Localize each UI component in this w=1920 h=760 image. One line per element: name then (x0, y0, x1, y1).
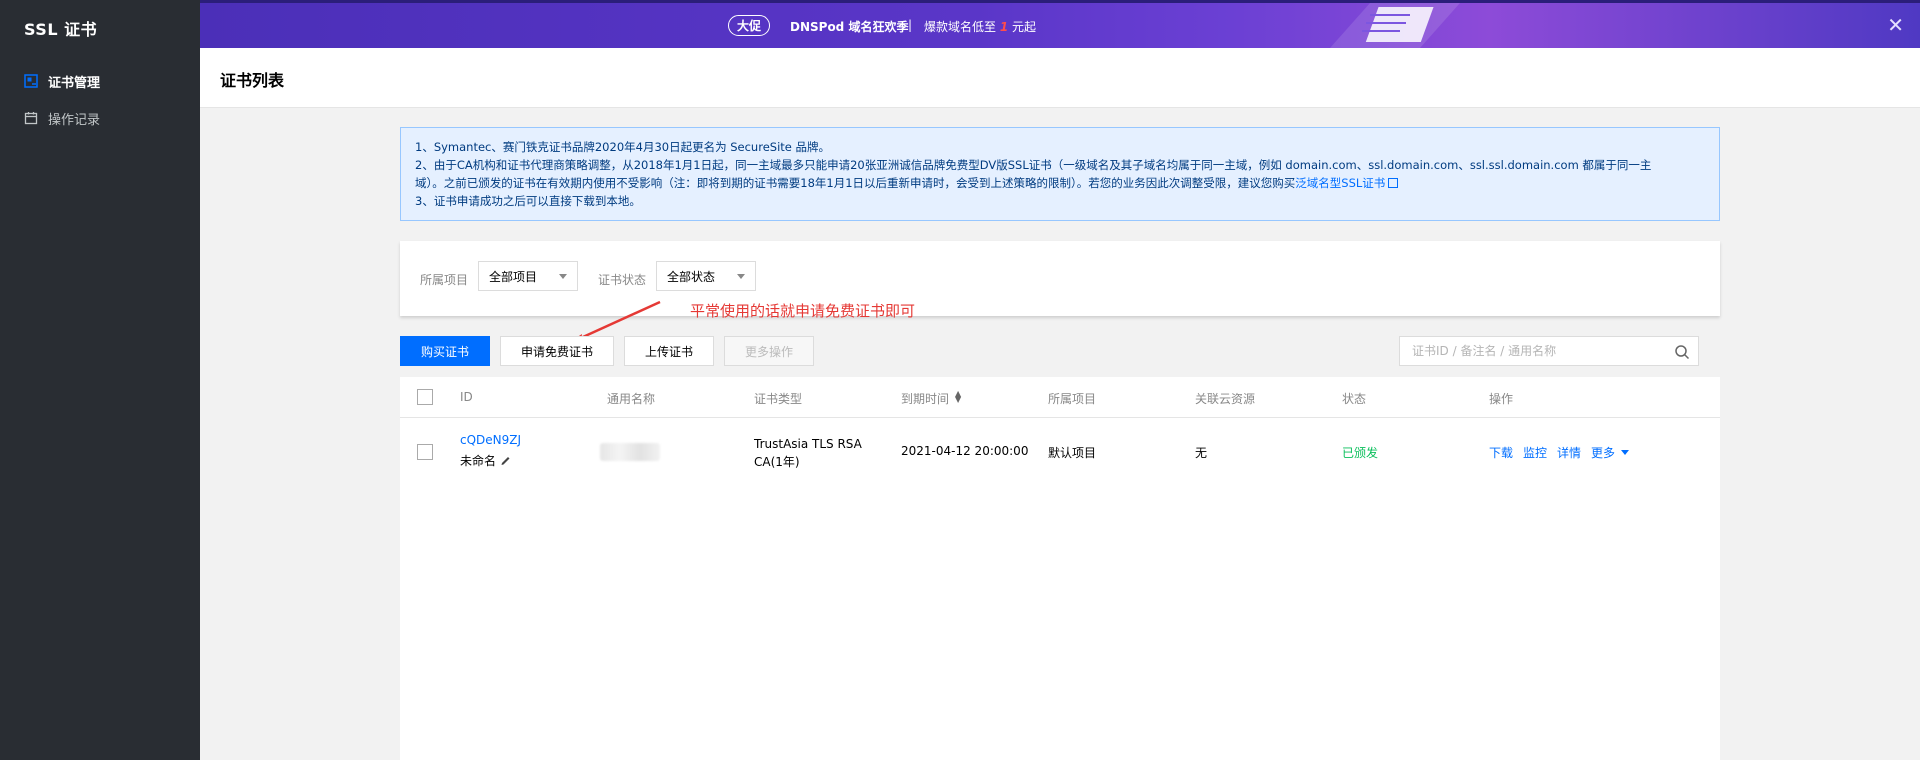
sidebar-item-operation-log[interactable]: 操作记录 (24, 103, 100, 133)
project-select[interactable]: 全部项目 (478, 261, 578, 291)
header-expiry[interactable]: 到期时间 ▲ ▼ (901, 390, 961, 407)
page-title: 证书列表 (220, 71, 285, 90)
header-project: 所属项目 (1048, 392, 1097, 406)
search-input[interactable] (1410, 343, 1660, 359)
certificate-table: ID 通用名称 证书类型 到期时间 ▲ ▼ 所属项目 关联云资源 状态 操作 cQD… (400, 377, 1720, 760)
search-icon[interactable] (1674, 344, 1690, 360)
apply-free-certificate-button[interactable]: 申请免费证书 (500, 336, 614, 366)
project-filter-label: 所属项目 (420, 273, 469, 287)
external-link-icon[interactable] (1388, 178, 1399, 188)
buy-certificate-button[interactable]: 购买证书 (400, 336, 490, 366)
cert-alias-text: 未命名 (460, 454, 497, 468)
cert-type-line-2: CA(1年) (754, 455, 800, 469)
page-header: 证书列表 (200, 48, 1920, 108)
promo-text-prefix: 爆款域名低至 (924, 20, 997, 34)
sidebar-item-label: 证书管理 (48, 75, 101, 91)
project-select-value: 全部项目 (489, 269, 538, 284)
cert-type-line-1: TrustAsia TLS RSA (754, 437, 862, 451)
header-id: ID (460, 390, 473, 404)
more-dropdown-label: 更多 (1591, 446, 1616, 460)
status-select-value: 全部状态 (667, 269, 716, 284)
product-title: SSL 证书 (24, 20, 98, 39)
table-header: ID 通用名称 证书类型 到期时间 ▲ ▼ 所属项目 关联云资源 状态 操作 (400, 377, 1720, 418)
details-link[interactable]: 详情 (1557, 444, 1581, 461)
table-row: cQDeN9ZJ 未命名 TrustAsia TLS RSA CA(1年) 20… (400, 418, 1720, 486)
monitor-link[interactable]: 监控 (1523, 444, 1547, 461)
header-status: 状态 (1342, 392, 1367, 406)
cert-id-link[interactable]: cQDeN9ZJ (460, 433, 521, 447)
cert-expiry: 2021-04-12 20:00:00 (901, 444, 1029, 458)
more-actions-button[interactable]: 更多操作 (724, 336, 814, 366)
promo-decoration-icon (1330, 3, 1460, 48)
notice-line-3-text: 域）。之前已颁发的证书在有效期内使用不受影响（注：即将到期的证书需要18年1月1… (415, 176, 1296, 190)
calendar-icon (24, 112, 38, 125)
notice-line-4: 3、证书申请成功之后可以直接下载到本地。 (415, 194, 641, 208)
certificate-icon (24, 74, 38, 88)
header-actions: 操作 (1489, 392, 1514, 406)
header-common-name: 通用名称 (607, 392, 656, 406)
sort-icon[interactable]: ▲ ▼ (955, 390, 961, 404)
cert-cloud-resource: 无 (1195, 446, 1208, 460)
edit-pencil-icon[interactable] (500, 455, 511, 466)
sidebar: SSL 证书 证书管理 操作记录 (0, 0, 200, 760)
close-icon[interactable]: ✕ (1887, 15, 1904, 35)
blurred-common-name (600, 443, 660, 461)
upload-certificate-button[interactable]: 上传证书 (624, 336, 714, 366)
promo-price: 1 (999, 20, 1009, 34)
cert-alias: 未命名 (460, 452, 511, 469)
chevron-down-icon (1621, 450, 1630, 455)
status-select[interactable]: 全部状态 (656, 261, 756, 291)
wildcard-ssl-link[interactable]: 泛域名型SSL证书 (1295, 176, 1385, 190)
cert-project: 默认项目 (1048, 446, 1097, 460)
notice-box: 1、Symantec、赛门铁克证书品牌2020年4月30日起更名为 Secure… (400, 127, 1720, 221)
download-link[interactable]: 下载 (1489, 444, 1513, 461)
promo-title: DNSPod 域名狂欢季 (790, 20, 909, 34)
chevron-down-icon (737, 274, 745, 279)
select-all-checkbox[interactable] (417, 389, 433, 405)
row-checkbox[interactable] (417, 444, 433, 460)
promo-badge: 大促 (728, 15, 771, 36)
notice-line-2: 2、由于CA机构和证书代理商策略调整，从2018年1月1日起，同一主域最多只能申… (415, 158, 1652, 172)
status-filter-label: 证书状态 (598, 273, 647, 287)
promo-banner[interactable]: 大促 DNSPod 域名狂欢季 | 爆款域名低至 1 元起 ✕ (200, 0, 1920, 48)
header-cloud-resource: 关联云资源 (1195, 392, 1256, 406)
annotation-text: 平常使用的话就申请免费证书即可 (690, 302, 916, 320)
sidebar-item-label: 操作记录 (48, 112, 101, 128)
cert-type: TrustAsia TLS RSA CA(1年) (754, 435, 862, 471)
notice-line-3: 域）。之前已颁发的证书在有效期内使用不受影响（注：即将到期的证书需要18年1月1… (415, 174, 1705, 192)
chevron-down-icon (559, 274, 567, 279)
notice-line-1: 1、Symantec、赛门铁克证书品牌2020年4月30日起更名为 Secure… (415, 140, 831, 154)
header-expiry-label: 到期时间 (901, 392, 950, 406)
header-cert-type: 证书类型 (754, 392, 803, 406)
promo-text-suffix: 元起 (1012, 20, 1037, 34)
promo-text: 爆款域名低至 1 元起 (924, 18, 1036, 35)
promo-separator: | (908, 18, 913, 32)
status-badge: 已颁发 (1342, 446, 1379, 460)
sidebar-item-cert-management[interactable]: 证书管理 (24, 66, 100, 96)
more-dropdown[interactable]: 更多 (1591, 444, 1630, 461)
search-box[interactable] (1399, 336, 1699, 366)
